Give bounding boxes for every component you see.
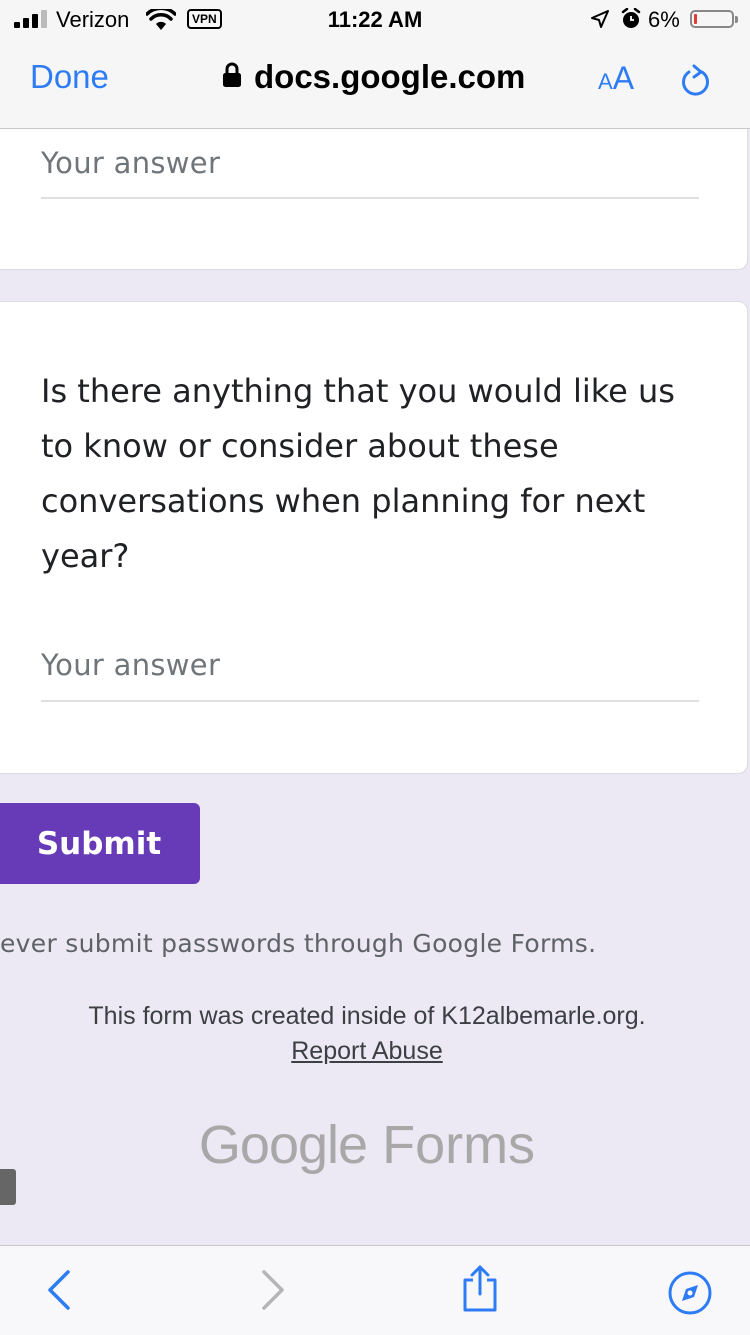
logo-forms-text: Forms	[382, 1115, 536, 1175]
back-icon[interactable]	[44, 1268, 74, 1317]
previous-question-card: Your answer	[0, 129, 748, 270]
password-warning: ever submit passwords through Google For…	[0, 929, 597, 958]
logo-google-text: Google	[198, 1115, 368, 1175]
done-button[interactable]: Done	[30, 58, 109, 96]
scroll-indicator[interactable]	[0, 1169, 16, 1205]
report-abuse-link[interactable]: Report Abuse	[291, 1037, 443, 1065]
text-size-small-label: A	[598, 69, 613, 94]
previous-answer-underline	[41, 197, 699, 199]
reload-icon[interactable]	[680, 64, 712, 103]
text-size-button[interactable]: AA	[598, 60, 634, 97]
previous-answer-input[interactable]: Your answer	[41, 146, 220, 180]
text-size-big-label: A	[612, 60, 635, 96]
question-title: Is there anything that you would like us…	[41, 372, 675, 575]
forward-icon[interactable]	[258, 1268, 288, 1317]
browser-nav-bar: Done docs.google.com AA	[0, 40, 750, 129]
lock-icon	[222, 62, 242, 93]
battery-percent: 6%	[648, 7, 680, 32]
created-notice: This form was created inside of K12albem…	[88, 1002, 646, 1030]
location-icon	[590, 9, 610, 35]
url-text: docs.google.com	[254, 58, 526, 95]
question-card: Is there anything that you would like us…	[0, 301, 748, 774]
status-bar: Verizon VPN 11:22 AM 6%	[0, 0, 750, 40]
report-abuse-row: Report Abuse	[0, 1037, 734, 1066]
address-bar[interactable]: docs.google.com	[222, 58, 525, 96]
page-content: Your answer Is there anything that you w…	[0, 129, 750, 1245]
browser-toolbar	[0, 1245, 750, 1335]
compass-icon[interactable]	[667, 1270, 713, 1321]
battery-icon	[690, 10, 738, 28]
answer-input[interactable]: Your answer	[41, 648, 220, 682]
alarm-icon	[620, 7, 642, 36]
share-icon[interactable]	[460, 1264, 500, 1319]
google-forms-logo[interactable]: Google Forms	[0, 1114, 734, 1176]
submit-button[interactable]: Submit	[0, 803, 200, 884]
answer-underline	[41, 700, 699, 702]
